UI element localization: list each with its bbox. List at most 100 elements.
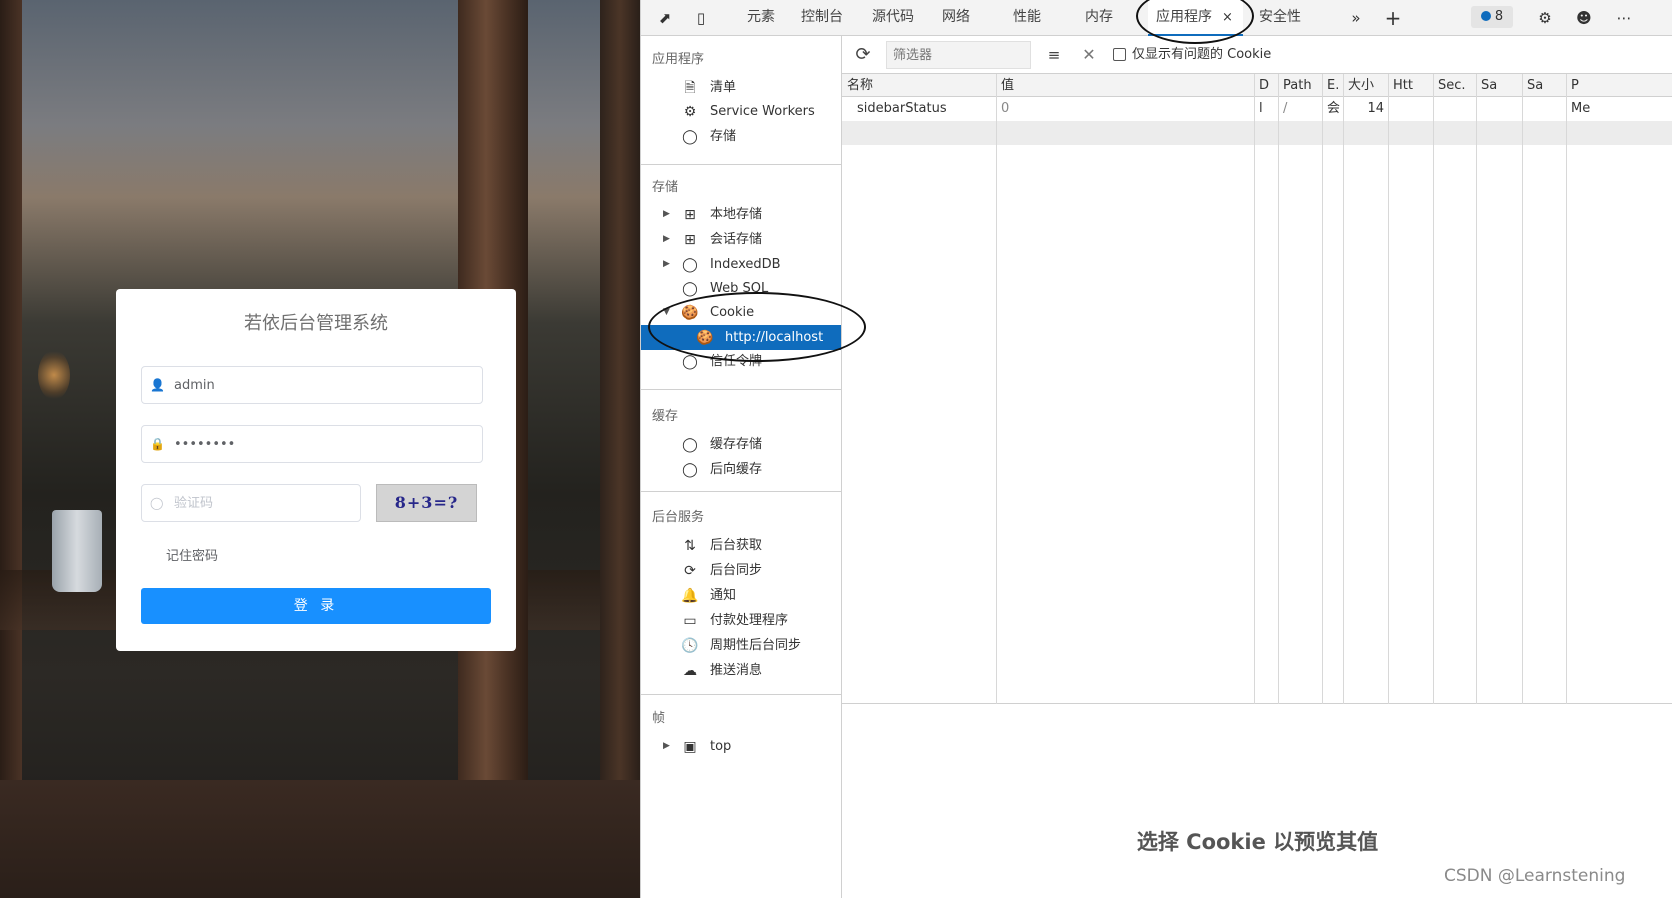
sidebar-item-storage[interactable]: ◯ 存储 [641,124,841,149]
expand-arrow-icon[interactable]: ▶ [663,252,670,277]
lock-icon: 🔒 [150,437,165,451]
login-button[interactable]: 登 录 [141,588,491,624]
filter-input[interactable] [886,41,1031,69]
column-header[interactable]: 值 [996,74,1254,97]
column-header[interactable]: Path [1278,74,1322,97]
annotation-circle [648,292,866,362]
remember-password-checkbox[interactable]: 记住密码 [166,545,218,564]
sidebar-item-payment-handler[interactable]: ▭ 付款处理程序 [641,608,841,633]
password-value: •••••••• [174,437,236,452]
clear-all-icon[interactable]: ≡ [1042,44,1066,66]
column-divider [1254,74,1255,704]
cookie-sameparty [1522,97,1566,121]
section-title: 缓存 [652,409,679,424]
window-icon: ▣ [683,739,697,755]
database-icon: ◯ [682,437,698,453]
sidebar-item-frame-top[interactable]: ▶ ▣ top [641,734,841,759]
table-row[interactable] [842,121,1672,145]
captcha-field[interactable]: ◯ 验证码 [141,484,361,522]
inspect-element-icon[interactable]: ⬈ [654,7,676,29]
column-divider [1433,74,1434,704]
shield-icon: ◯ [150,496,164,510]
expand-arrow-icon[interactable]: ▶ [663,734,670,759]
cookie-samesite [1476,97,1522,121]
sync-icon: ⟳ [684,563,696,579]
divider [641,491,841,492]
column-divider [1388,74,1389,704]
sidebar-item-push-messaging[interactable]: ☁ 推送消息 [641,658,841,683]
gear-icon[interactable]: ⚙ [1534,7,1556,29]
tab-memory[interactable]: 内存 [1085,0,1113,36]
add-tab-icon[interactable]: + [1382,7,1404,29]
password-field[interactable]: 🔒 •••••••• [141,425,483,463]
column-header[interactable]: Htt [1388,74,1433,97]
column-header[interactable]: Sa [1476,74,1522,97]
database-icon: ◯ [682,129,698,145]
column-header[interactable]: Sa [1522,74,1566,97]
column-header[interactable]: Sec. [1433,74,1476,97]
column-header[interactable]: P [1566,74,1672,97]
login-page: 若依后台管理系统 👤 admin 🔒 •••••••• ◯ 验证码 8+3=? … [0,0,640,898]
profile-icon[interactable]: ☻ [1573,7,1595,29]
divider [641,694,841,695]
section-title: 应用程序 [652,52,705,67]
sidebar-item-cache-storage[interactable]: ◯ 缓存存储 [641,432,841,457]
sidebar-item-service-workers[interactable]: ⚙ Service Workers [641,99,841,124]
card-icon: ▭ [683,613,697,629]
more-options-icon[interactable]: ⋯ [1613,7,1635,29]
column-divider [1522,74,1523,704]
background-frame [600,0,640,898]
username-field[interactable]: 👤 admin [141,366,483,404]
sidebar-item-manifest[interactable]: 🗎 清单 [641,75,841,100]
cookie-value: 0 [1001,101,1010,116]
tab-elements[interactable]: 元素 [747,0,775,36]
file-icon: 🗎 [684,80,696,96]
captcha-placeholder: 验证码 [174,496,214,511]
issues-only-checkbox[interactable] [1113,48,1126,61]
tab-security[interactable]: 安全性 [1259,0,1301,36]
sidebar-item-background-fetch[interactable]: ⇅ 后台获取 [641,533,841,558]
divider [641,389,841,390]
captcha-image[interactable]: 8+3=? [376,484,477,522]
database-icon: ◯ [682,257,698,273]
tab-console[interactable]: 控制台 [801,0,843,36]
background-cup [52,510,102,592]
expand-arrow-icon[interactable]: ▶ [663,227,670,252]
section-title: 存储 [652,180,679,195]
cookie-secure [1433,97,1476,121]
tab-sources[interactable]: 源代码 [872,0,914,36]
column-divider [1278,74,1279,704]
user-icon: 👤 [150,378,165,392]
background-floor [0,780,640,898]
cookie-preview-message: 选择 Cookie 以预览其值 [1136,830,1379,854]
sidebar-item-local-storage[interactable]: ▶ ⊞ 本地存储 [641,202,841,227]
cookie-httponly [1388,97,1433,121]
column-header[interactable]: 大小 [1343,74,1388,97]
sidebar-item-indexeddb[interactable]: ▶ ◯ IndexedDB [641,252,841,277]
tab-network[interactable]: 网络 [942,0,970,36]
column-header[interactable]: D [1254,74,1278,97]
expand-arrow-icon[interactable]: ▶ [663,202,670,227]
refresh-icon[interactable]: ⟳ [852,44,874,66]
delete-selected-icon[interactable]: ✕ [1078,44,1100,66]
tab-performance[interactable]: 性能 [1013,0,1041,36]
sidebar-item-notifications[interactable]: 🔔 通知 [641,583,841,608]
watermark: CSDN @Learnstening [1444,866,1626,886]
arrows-updown-icon: ⇅ [684,538,696,554]
column-divider [1343,74,1344,704]
username-value: admin [174,378,215,393]
sidebar-item-periodic-sync[interactable]: 🕓 周期性后台同步 [641,633,841,658]
cookie-toolbar: ⟳ ≡ ✕ 仅显示有问题的 Cookie [842,36,1672,74]
section-title: 帧 [652,711,666,726]
screenshot-root: 若依后台管理系统 👤 admin 🔒 •••••••• ◯ 验证码 8+3=? … [0,0,1672,898]
more-tabs-icon[interactable]: » [1345,7,1367,29]
column-header[interactable]: E. [1322,74,1343,97]
background-lamp [38,350,70,400]
sidebar-item-background-sync[interactable]: ⟳ 后台同步 [641,558,841,583]
sidebar-item-back-forward-cache[interactable]: ◯ 后向缓存 [641,457,841,482]
issues-badge[interactable]: 8 [1471,6,1513,28]
message-icon [1480,11,1491,21]
sidebar-item-session-storage[interactable]: ▶ ⊞ 会话存储 [641,227,841,252]
device-emulation-icon[interactable]: ▯ [690,7,712,29]
column-header[interactable]: 名称 [842,74,996,97]
